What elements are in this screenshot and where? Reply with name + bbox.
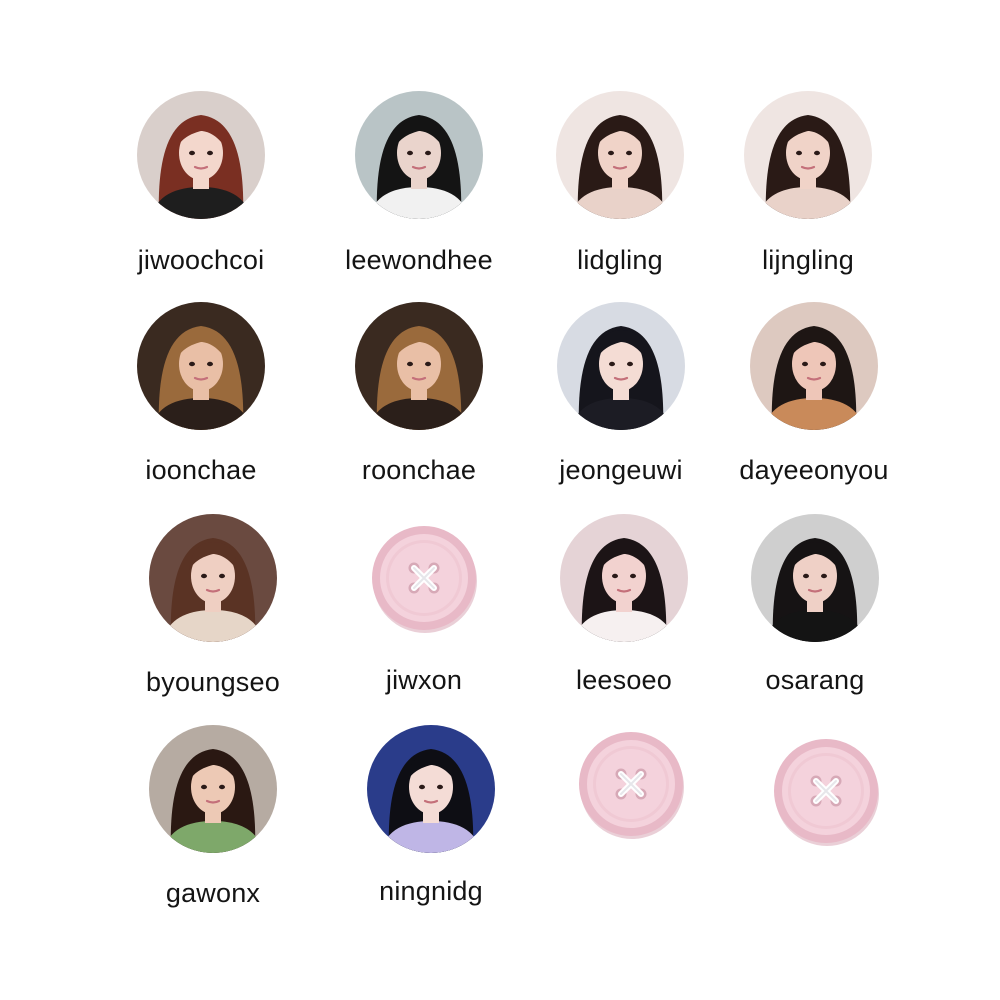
profile-username[interactable]: jiwxon [314,665,534,696]
profile-username[interactable]: roonchae [309,455,529,486]
profile-avatar[interactable] [751,514,879,642]
profile-avatar[interactable] [750,302,878,430]
profile-username[interactable]: leewondhee [309,245,529,276]
profile-username[interactable]: dayeeonyou [704,455,924,486]
profile-avatar[interactable] [557,302,685,430]
profile-username[interactable]: leesoeo [514,665,734,696]
profile-avatar[interactable] [560,514,688,642]
profile-avatar[interactable] [367,725,495,853]
profile-avatar[interactable] [149,725,277,853]
profile-avatar[interactable] [556,91,684,219]
profile-username[interactable]: lidgling [510,245,730,276]
profile-avatar[interactable] [355,302,483,430]
profile-avatar[interactable] [137,91,265,219]
profile-username[interactable]: lijngling [698,245,918,276]
pink-button-icon[interactable] [368,522,480,634]
pink-button-icon [575,728,687,840]
pink-button-icon [770,735,882,847]
profile-avatar[interactable] [149,514,277,642]
profile-username[interactable]: osarang [705,665,925,696]
profile-avatar[interactable] [137,302,265,430]
profile-username[interactable]: jeongeuwi [511,455,731,486]
profile-username[interactable]: ningnidg [321,876,541,907]
profile-avatar[interactable] [355,91,483,219]
profile-username[interactable]: ioonchae [91,455,311,486]
profile-avatar[interactable] [744,91,872,219]
profile-username[interactable]: jiwoochcoi [91,245,311,276]
profile-username[interactable]: byoungseo [103,667,323,698]
profile-username[interactable]: gawonx [103,878,323,909]
